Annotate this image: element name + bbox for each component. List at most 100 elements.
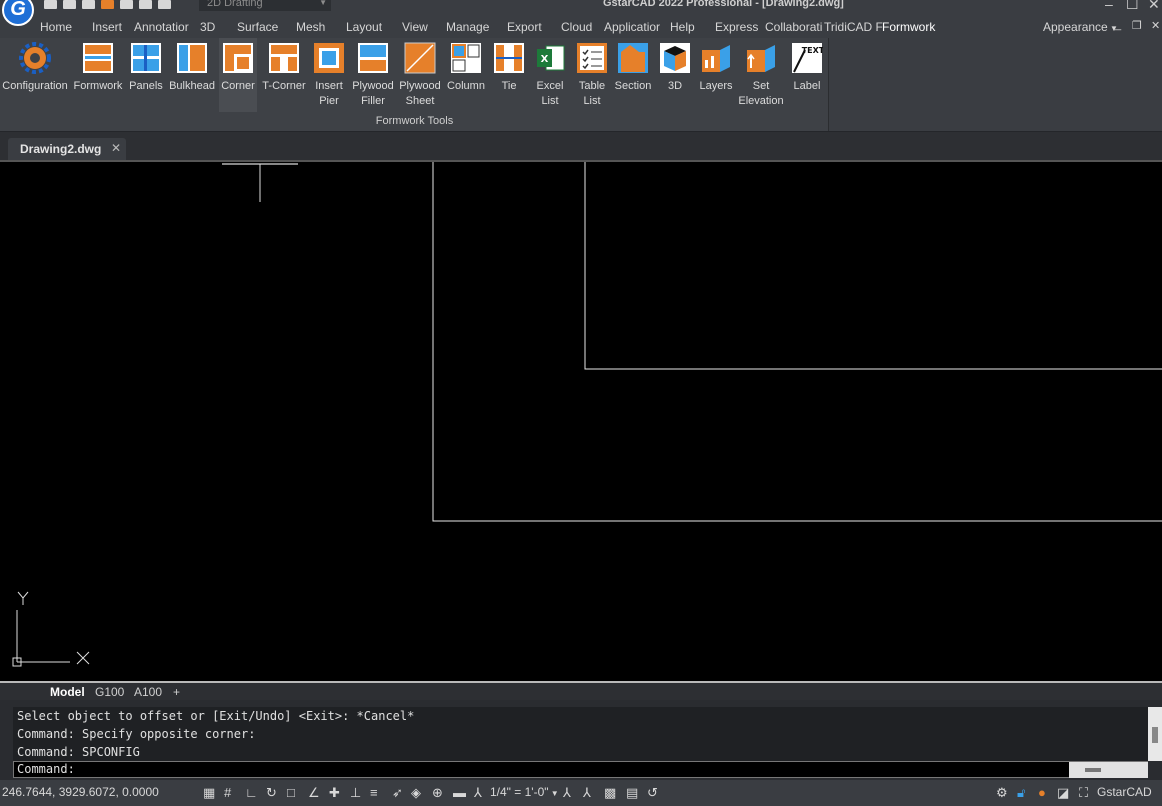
- layout-tab-g100[interactable]: G100: [95, 685, 124, 699]
- scrollbar-thumb[interactable]: [1152, 727, 1158, 743]
- panels-button[interactable]: Panels: [126, 38, 166, 112]
- drawing-geometry: [12, 162, 1162, 667]
- tab-surface[interactable]: Surface: [237, 20, 278, 34]
- column-button[interactable]: Column: [444, 38, 488, 112]
- otrack-icon[interactable]: ∠: [308, 785, 320, 801]
- insert-pier-button[interactable]: Insert Pier: [311, 38, 347, 112]
- fullscreen-icon[interactable]: ⛶: [1079, 785, 1088, 801]
- ribbon-restore-icon[interactable]: ❐: [1132, 19, 1142, 32]
- annotation-scale-dropdown[interactable]: 1/4" = 1'-0" ▼: [490, 785, 559, 799]
- cube-3d-icon: [660, 43, 690, 73]
- print-icon[interactable]: [120, 0, 133, 9]
- gear-icon[interactable]: ⚙: [996, 785, 1008, 801]
- excel-list-button[interactable]: X Excel List: [530, 38, 570, 112]
- document-tab[interactable]: Drawing2.dwg ✕: [8, 138, 126, 161]
- t-corner-button[interactable]: T-Corner: [259, 38, 309, 112]
- close-icon[interactable]: ✕: [111, 141, 121, 155]
- tab-collaboration[interactable]: Collaborati: [765, 20, 822, 34]
- layers-stack-icon[interactable]: ◈: [411, 785, 421, 801]
- tab-express[interactable]: Express: [715, 20, 758, 34]
- lock-icon[interactable]: 🔓︎: [1017, 785, 1025, 801]
- maximize-button[interactable]: ☐: [1126, 0, 1139, 13]
- clean-screen-icon[interactable]: ▩: [604, 785, 616, 801]
- formwork-tools-panel: Configuration Formwork Panels Bulkhead C: [0, 38, 829, 131]
- tab-cloud[interactable]: Cloud: [561, 20, 592, 34]
- tab-formwork[interactable]: Formwork: [882, 20, 935, 34]
- ribbon-minimize-icon[interactable]: _: [1115, 19, 1121, 31]
- tab-view[interactable]: View: [402, 20, 428, 34]
- workspace-dropdown[interactable]: 2D Drafting ▼: [199, 0, 331, 11]
- configuration-button[interactable]: Configuration: [0, 38, 70, 112]
- ribbon-close-icon[interactable]: ✕: [1151, 19, 1160, 32]
- layers-button[interactable]: Layers: [696, 38, 736, 112]
- tab-annotation[interactable]: Annotatior: [134, 20, 189, 34]
- layout-tab-model[interactable]: Model: [50, 685, 85, 699]
- refresh-icon[interactable]: ↺: [647, 785, 658, 801]
- document-tab-bar: Drawing2.dwg ✕: [0, 131, 1162, 161]
- lineweight-icon[interactable]: ≡: [370, 785, 378, 800]
- corner-button[interactable]: Corner: [219, 38, 257, 112]
- minimize-button[interactable]: –: [1105, 0, 1113, 12]
- tab-help[interactable]: Help: [670, 20, 695, 34]
- label-button[interactable]: TEXT Label: [787, 38, 827, 112]
- auto-scale-icon[interactable]: ⅄: [583, 785, 591, 801]
- open-folder-icon[interactable]: [63, 0, 76, 9]
- bulkhead-label: Bulkhead: [169, 80, 215, 92]
- section-button[interactable]: Section: [613, 38, 653, 112]
- annotation-visibility-icon[interactable]: ⅄: [563, 785, 571, 801]
- osnap-icon[interactable]: □: [287, 785, 295, 800]
- insert-pier-icon: [314, 43, 344, 73]
- panels-icon: [131, 43, 161, 73]
- close-button[interactable]: ✕: [1148, 0, 1160, 13]
- insert-pier-label: Insert Pier: [315, 80, 343, 107]
- 3d-button[interactable]: 3D: [656, 38, 694, 112]
- set-elevation-button[interactable]: Set Elevation: [737, 38, 785, 112]
- plywood-sheet-button[interactable]: Plywood Sheet: [398, 38, 442, 112]
- save-as-icon[interactable]: [101, 0, 114, 9]
- save-icon[interactable]: [82, 0, 95, 9]
- add-layout-button[interactable]: +: [173, 685, 180, 699]
- tab-export[interactable]: Export: [507, 20, 542, 34]
- tab-manage[interactable]: Manage: [446, 20, 489, 34]
- tie-label: Tie: [501, 80, 517, 92]
- command-history: Select object to offset or [Exit/Undo] <…: [13, 707, 1148, 761]
- new-file-icon[interactable]: [44, 0, 57, 9]
- lightbulb-icon[interactable]: ●: [1038, 785, 1046, 800]
- tab-applications[interactable]: Applicatior: [604, 20, 660, 34]
- properties-icon[interactable]: ▤: [626, 785, 638, 801]
- tab-tridicad[interactable]: TridiCAD F: [824, 20, 883, 34]
- undo-icon[interactable]: [139, 0, 152, 9]
- tab-mesh[interactable]: Mesh: [296, 20, 325, 34]
- command-collapse-button[interactable]: [1069, 762, 1148, 778]
- tab-home[interactable]: Home: [40, 20, 72, 34]
- table-list-label: Table List: [578, 80, 606, 107]
- viewport-icon[interactable]: ▬: [453, 785, 466, 800]
- bulkhead-button[interactable]: Bulkhead: [167, 38, 217, 112]
- tab-3d[interactable]: 3D: [200, 20, 215, 34]
- table-list-button[interactable]: Table List: [572, 38, 612, 112]
- dynamic-ucs-icon[interactable]: ✚: [329, 785, 340, 801]
- section-label: Section: [614, 80, 652, 92]
- dynamic-input-icon[interactable]: ⊥: [350, 785, 361, 801]
- layout-tab-a100[interactable]: A100: [134, 685, 162, 699]
- isolate-objects-icon[interactable]: ◪: [1057, 785, 1069, 801]
- appearance-dropdown[interactable]: Appearance ▼: [1043, 20, 1118, 34]
- polar-icon[interactable]: ↻: [266, 785, 277, 801]
- tie-button[interactable]: Tie: [490, 38, 528, 112]
- command-scrollbar[interactable]: [1148, 707, 1162, 761]
- annotation-scale-icon[interactable]: ⅄: [474, 785, 482, 801]
- grid-icon[interactable]: ▦: [203, 785, 215, 801]
- command-history-line: Command: Specify opposite corner:: [17, 727, 256, 741]
- formwork-button[interactable]: Formwork: [71, 38, 125, 112]
- snap-icon[interactable]: #: [224, 785, 231, 800]
- command-input[interactable]: Command:: [13, 761, 1148, 778]
- drawing-canvas[interactable]: [0, 160, 1162, 681]
- redo-icon[interactable]: [158, 0, 171, 9]
- zoom-icon[interactable]: ⊕: [432, 785, 443, 801]
- selection-cycling-icon[interactable]: ➶: [392, 785, 403, 801]
- tab-insert[interactable]: Insert: [92, 20, 122, 34]
- ortho-icon[interactable]: ∟: [245, 785, 258, 800]
- tab-layout[interactable]: Layout: [346, 20, 382, 34]
- plywood-filler-button[interactable]: Plywood Filler: [349, 38, 397, 112]
- command-history-line: Select object to offset or [Exit/Undo] <…: [17, 709, 415, 723]
